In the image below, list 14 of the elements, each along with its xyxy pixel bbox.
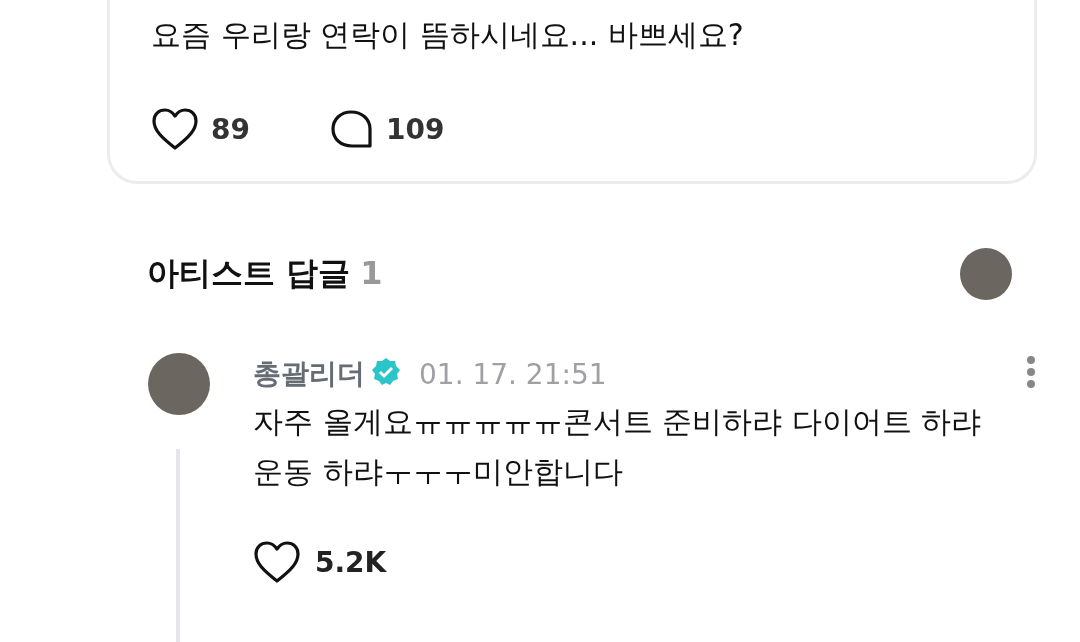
comment-text: 자주 올게요ㅠㅠㅠㅠㅠ콘서트 준비하랴 다이어트 하랴 운동 하랴ㅜㅜㅜ미안합니다: [253, 403, 983, 491]
comment-icon[interactable]: [329, 109, 374, 149]
like-count: 5.2K: [315, 545, 387, 579]
author-name[interactable]: 총괄리더: [253, 355, 365, 393]
comment-time: 01. 17. 21:51: [419, 357, 607, 391]
reply-count: 1: [360, 254, 383, 292]
post-text: 요즘 우리랑 연락이 뜸하시네요... 바쁘세요?: [151, 16, 744, 54]
heart-icon[interactable]: [253, 540, 301, 584]
avatar[interactable]: [960, 248, 1012, 300]
like-count: 89: [211, 112, 250, 146]
comment-count: 109: [385, 112, 445, 146]
heart-icon[interactable]: [151, 107, 199, 151]
more-options-icon[interactable]: [1026, 355, 1036, 389]
section-title: 아티스트 답글: [147, 254, 351, 292]
